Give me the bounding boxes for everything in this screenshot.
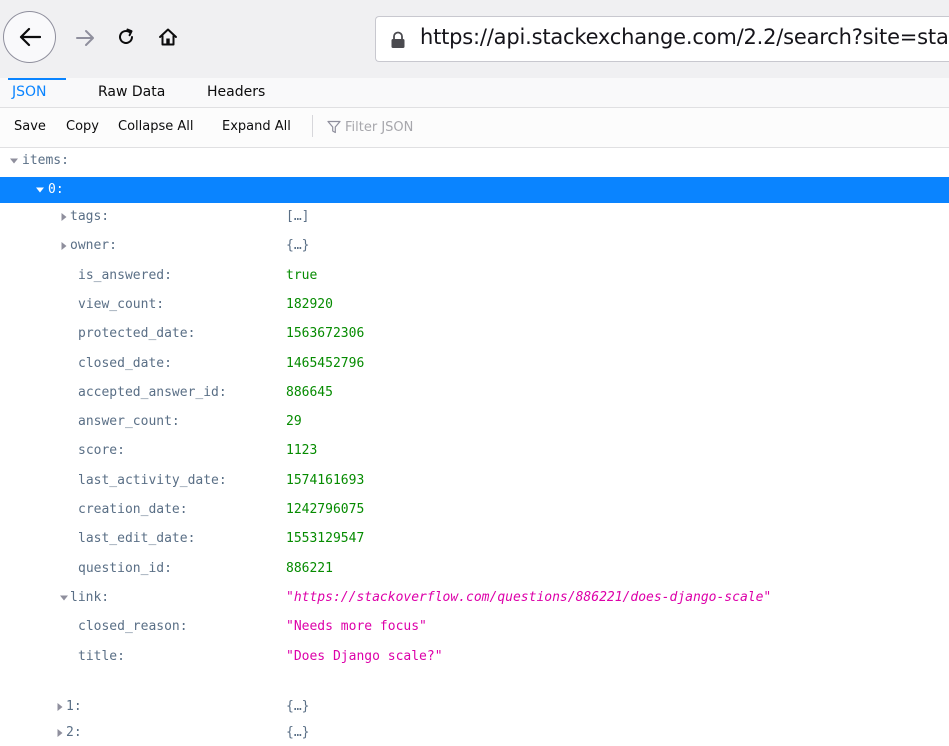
tree-key: view_count:	[78, 297, 165, 312]
tree-value: 1123	[286, 443, 318, 458]
tree-row-field[interactable]: tags: […]	[0, 204, 949, 230]
tree-row-field[interactable]: closed_date: 1465452796	[0, 351, 949, 377]
tree-row-field[interactable]: accepted_answer_id: 886645	[0, 380, 949, 406]
tree-value: "Does Django scale?"	[286, 649, 443, 664]
save-button[interactable]: Save	[14, 119, 46, 134]
tree-row-field[interactable]: score: 1123	[0, 438, 949, 464]
home-icon	[158, 27, 178, 47]
tree-value: 886645	[286, 385, 333, 400]
json-toolbar: Save Copy Collapse All Expand All	[0, 108, 949, 148]
tree-row-item-1[interactable]: 1: {…}	[0, 694, 949, 720]
filter-icon	[327, 119, 341, 134]
tree-key: title:	[78, 649, 125, 664]
tree-row-field[interactable]: view_count: 182920	[0, 292, 949, 318]
chevron-down-icon[interactable]	[58, 585, 70, 611]
url-text: https://api.stackexchange.com/2.2/search…	[420, 25, 949, 49]
json-tree: items: 0: tags: […] owner: {…} is_answered: t…	[0, 148, 949, 746]
tree-row-item-2[interactable]: 2: {…}	[0, 720, 949, 746]
tree-value: {…}	[286, 725, 310, 740]
tree-key: last_edit_date:	[78, 531, 196, 546]
tab-json[interactable]: JSON	[8, 78, 66, 108]
tree-row-field[interactable]: is_answered: true	[0, 263, 949, 289]
tree-value: 1553129547	[286, 531, 365, 546]
tree-row-field[interactable]: link: "https://stackoverflow.com/question…	[0, 585, 949, 611]
arrow-right-icon	[75, 29, 95, 47]
viewer-tabs: JSON Raw Data Headers	[0, 78, 949, 108]
tree-row-field[interactable]: protected_date: 1563672306	[0, 321, 949, 347]
tree-value: […]	[286, 209, 310, 224]
tree-key: 2:	[66, 725, 82, 740]
chevron-right-icon[interactable]	[54, 694, 66, 720]
tree-value: 182920	[286, 297, 333, 312]
tree-key: owner:	[70, 238, 117, 253]
chevron-right-icon[interactable]	[58, 233, 70, 259]
tree-key: protected_date:	[78, 326, 196, 341]
tree-key: tags:	[70, 209, 110, 224]
lock-icon	[390, 31, 406, 49]
tree-key: is_answered:	[78, 268, 172, 283]
tree-key: accepted_answer_id:	[78, 385, 227, 400]
tree-key: question_id:	[78, 561, 172, 576]
tree-row-field[interactable]: last_activity_date: 1574161693	[0, 468, 949, 494]
chevron-down-icon[interactable]	[8, 148, 20, 174]
expand-all-button[interactable]: Expand All	[222, 119, 291, 134]
tree-value: {…}	[286, 238, 310, 253]
tree-value: 886221	[286, 561, 333, 576]
tree-value: 1242796075	[286, 502, 365, 517]
tree-value: true	[286, 268, 318, 283]
chevron-right-icon[interactable]	[54, 720, 66, 746]
home-button[interactable]	[153, 22, 183, 52]
tree-value: 29	[286, 414, 302, 429]
chevron-right-icon[interactable]	[58, 204, 70, 230]
tab-headers[interactable]: Headers	[203, 78, 269, 108]
tree-row-field[interactable]: creation_date: 1242796075	[0, 497, 949, 523]
tree-value: {…}	[286, 699, 310, 714]
browser-toolbar: https://api.stackexchange.com/2.2/search…	[0, 0, 949, 78]
tree-row-items[interactable]: items:	[0, 148, 949, 174]
tree-key: answer_count:	[78, 414, 180, 429]
forward-button[interactable]	[70, 23, 100, 53]
tree-key: link:	[70, 590, 110, 605]
tree-key: creation_date:	[78, 502, 188, 517]
tree-key: last_activity_date:	[78, 473, 227, 488]
arrow-left-icon	[19, 27, 41, 47]
toolbar-divider	[312, 115, 313, 137]
tree-row-field[interactable]: owner: {…}	[0, 233, 949, 259]
tree-row-field[interactable]: answer_count: 29	[0, 409, 949, 435]
tree-key: closed_reason:	[78, 619, 188, 634]
reload-button[interactable]	[111, 22, 141, 52]
tree-value: 1574161693	[286, 473, 365, 488]
copy-button[interactable]: Copy	[66, 119, 99, 134]
filter-json-input[interactable]	[345, 117, 545, 137]
tree-row-field[interactable]: title: "Does Django scale?"	[0, 644, 949, 670]
tree-value: "Needs more focus"	[286, 619, 427, 634]
tree-key: score:	[78, 443, 125, 458]
collapse-all-button[interactable]: Collapse All	[118, 119, 194, 134]
tab-raw-data[interactable]: Raw Data	[94, 78, 169, 108]
tree-key: 0:	[48, 182, 64, 197]
tree-key: closed_date:	[78, 356, 172, 371]
tree-key: 1:	[66, 699, 82, 714]
address-bar[interactable]: https://api.stackexchange.com/2.2/search…	[375, 16, 949, 62]
tree-value: 1465452796	[286, 356, 365, 371]
tree-value[interactable]: "https://stackoverflow.com/questions/886…	[286, 585, 771, 611]
reload-icon	[116, 27, 136, 47]
tree-value: 1563672306	[286, 326, 365, 341]
back-button[interactable]	[3, 11, 56, 63]
tree-row-field[interactable]: closed_reason: "Needs more focus"	[0, 614, 949, 640]
tree-row-field[interactable]: question_id: 886221	[0, 556, 949, 582]
tree-key: items:	[22, 153, 69, 168]
tree-row-field[interactable]: last_edit_date: 1553129547	[0, 526, 949, 552]
tree-row-item-0[interactable]: 0:	[0, 177, 949, 203]
chevron-down-icon[interactable]	[34, 177, 46, 203]
